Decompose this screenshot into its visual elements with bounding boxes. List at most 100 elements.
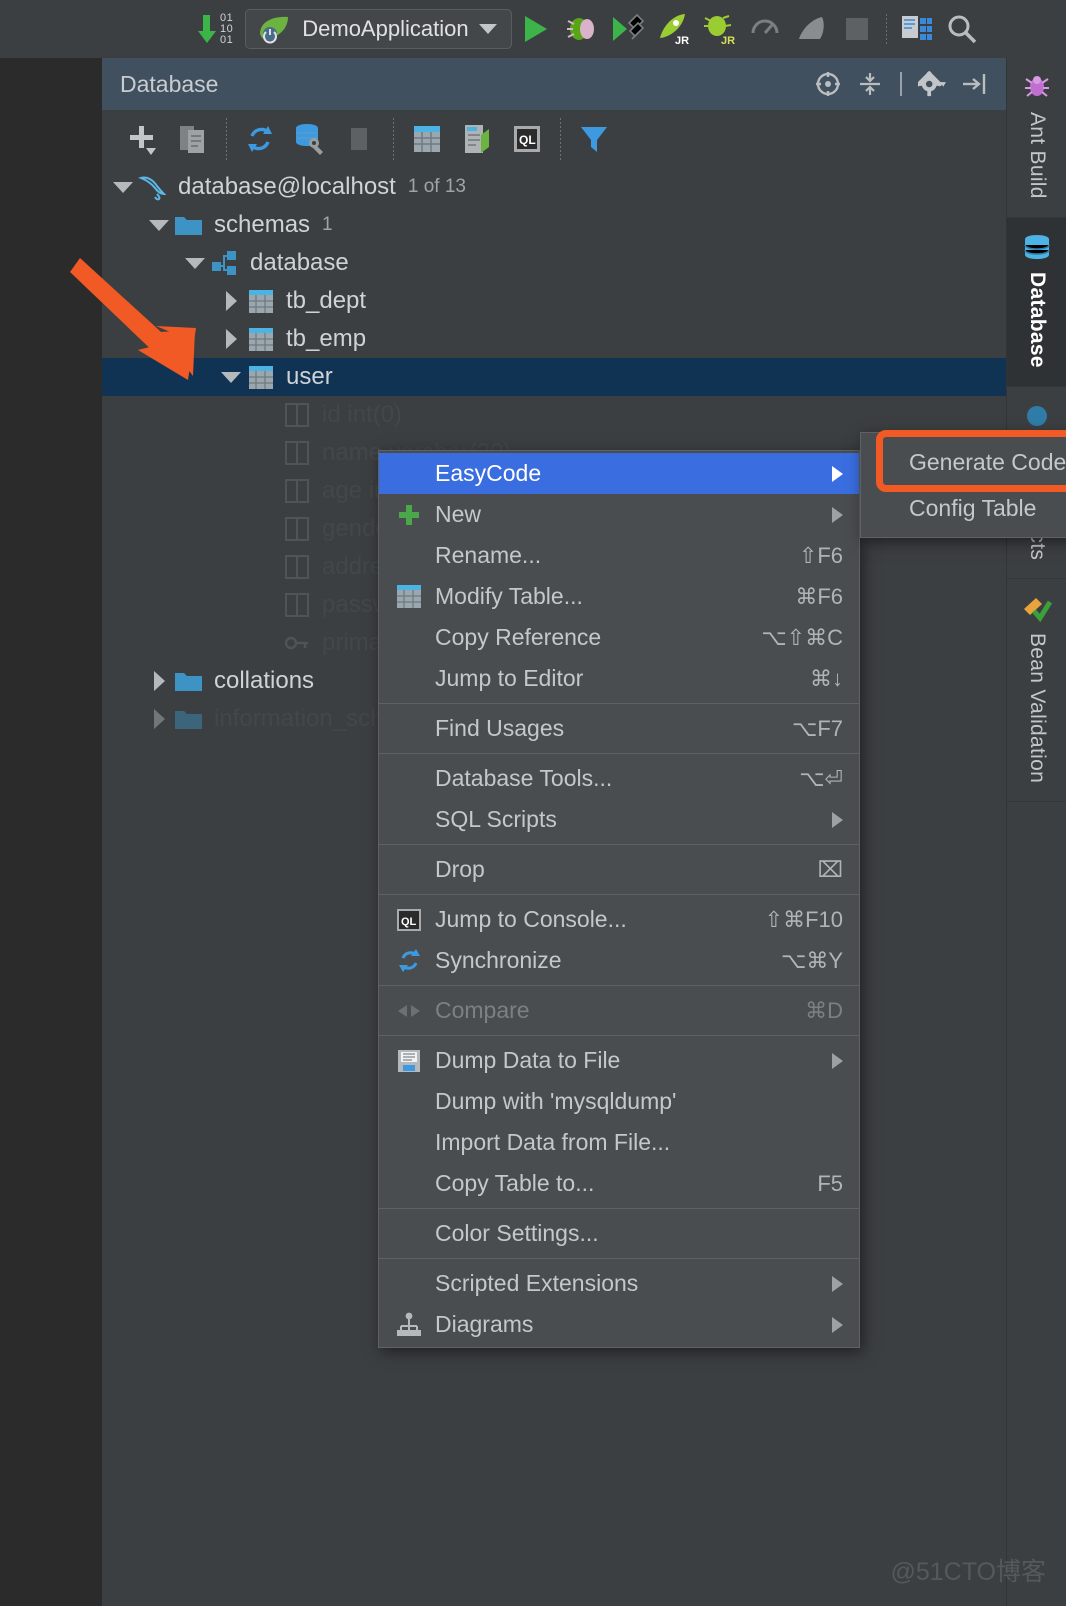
collapse-all-button[interactable]: [850, 64, 890, 104]
run-config-label: DemoApplication: [302, 16, 468, 42]
tree-row[interactable]: user: [102, 358, 1006, 396]
menu-item-label: Dump Data to File: [435, 1047, 814, 1074]
tree-twisty[interactable]: [110, 174, 136, 200]
menu-item[interactable]: Copy Table to...F5: [379, 1163, 859, 1204]
stop-button[interactable]: [834, 6, 880, 52]
menu-item[interactable]: Jump to Editor⌘↓: [379, 658, 859, 699]
tree-twisty[interactable]: [218, 326, 244, 352]
stop-button[interactable]: [335, 116, 385, 162]
tool-stripe-button[interactable]: Database: [1007, 218, 1066, 387]
bug-jr-icon: JR: [701, 12, 737, 46]
tree-row[interactable]: id int(0): [102, 396, 1006, 434]
tree-row[interactable]: schemas1: [102, 206, 1006, 244]
tree-row[interactable]: database: [102, 244, 1006, 282]
tree-twisty[interactable]: [254, 630, 280, 656]
mysql-dolphin-icon: [137, 172, 169, 202]
chevron-right-icon: [832, 1317, 843, 1333]
column-icon: [283, 591, 311, 619]
tree-twisty[interactable]: [218, 288, 244, 314]
menu-item[interactable]: Compare⌘D: [379, 990, 859, 1031]
run-with-coverage-button[interactable]: [604, 6, 650, 52]
database-icon: [1022, 233, 1052, 261]
duplicate-button[interactable]: [168, 116, 218, 162]
submenu-item[interactable]: Config Table: [861, 485, 1066, 531]
tree-row[interactable]: tb_emp: [102, 320, 1006, 358]
submenu-item[interactable]: Generate Code: [861, 439, 1066, 485]
tree-twisty[interactable]: [254, 478, 280, 504]
menu-item[interactable]: Database Tools...⌥⏎: [379, 758, 859, 799]
settings-button[interactable]: [912, 64, 952, 104]
header-divider: [900, 72, 902, 96]
menu-item[interactable]: QLJump to Console...⇧⌘F10: [379, 899, 859, 940]
menu-item[interactable]: Modify Table...⌘F6: [379, 576, 859, 617]
build-project-icon[interactable]: 01 10 01: [196, 12, 233, 46]
menu-item[interactable]: Dump with 'mysqldump': [379, 1081, 859, 1122]
run-button[interactable]: [512, 6, 558, 52]
menu-separator: [379, 703, 859, 704]
page-title: Database: [120, 71, 218, 98]
database-header-actions: [808, 64, 1006, 104]
jump-to-table-button[interactable]: [402, 116, 452, 162]
tree-row[interactable]: database@localhost1 of 13: [102, 168, 1006, 206]
menu-item[interactable]: Dump Data to File: [379, 1040, 859, 1081]
profiler-button[interactable]: [742, 6, 788, 52]
compare-icon: [396, 998, 423, 1024]
data-source-properties-button[interactable]: [285, 116, 335, 162]
tool-stripe-button[interactable]: Ant Build: [1007, 58, 1066, 218]
tree-twisty[interactable]: [182, 250, 208, 276]
open-editor-button[interactable]: [452, 116, 502, 162]
menu-item[interactable]: Drop⌧: [379, 849, 859, 890]
chevron-down-icon[interactable]: [479, 24, 497, 34]
menu-item[interactable]: Rename...⇧F6: [379, 535, 859, 576]
menu-item[interactable]: SQL Scripts: [379, 799, 859, 840]
table-icon: [393, 583, 425, 611]
menu-item[interactable]: Scripted Extensions: [379, 1263, 859, 1304]
run-jrebel-button[interactable]: JR: [650, 6, 696, 52]
tree-twisty[interactable]: [254, 516, 280, 542]
play-icon: [520, 13, 550, 45]
menu-item[interactable]: Diagrams: [379, 1304, 859, 1345]
table-icon: [247, 364, 275, 391]
key-icon: [280, 629, 314, 657]
table-context-menu[interactable]: EasyCodeNewRename...⇧F6Modify Table...⌘F…: [378, 450, 860, 1348]
tree-twisty[interactable]: [254, 592, 280, 618]
menu-item[interactable]: Import Data from File...: [379, 1122, 859, 1163]
menu-item[interactable]: Synchronize⌥⌘Y: [379, 940, 859, 981]
tool-stripe-button[interactable]: Bean Validation: [1007, 579, 1066, 802]
scroll-from-source-button[interactable]: [808, 64, 848, 104]
open-console-button[interactable]: QL: [502, 116, 552, 162]
debug-jrebel-button[interactable]: JR: [696, 6, 742, 52]
no-icon: [393, 460, 425, 488]
menu-item[interactable]: Find Usages⌥F7: [379, 708, 859, 749]
hide-panel-button[interactable]: [954, 64, 994, 104]
chevron-right-icon: [226, 329, 237, 349]
menu-item[interactable]: EasyCode: [379, 453, 859, 494]
tree-twisty[interactable]: [218, 364, 244, 390]
tree-twisty[interactable]: [254, 440, 280, 466]
tree-twisty[interactable]: [254, 554, 280, 580]
run-configuration-selector[interactable]: DemoApplication: [245, 9, 511, 49]
layout-button[interactable]: [893, 6, 939, 52]
menu-item[interactable]: Color Settings...: [379, 1213, 859, 1254]
tree-row[interactable]: tb_dept: [102, 282, 1006, 320]
search-everywhere-button[interactable]: [939, 6, 985, 52]
toolbar-divider: [560, 118, 561, 160]
diagram-icon: [393, 1311, 425, 1339]
menu-item[interactable]: New: [379, 494, 859, 535]
attach-profiler-button[interactable]: [788, 6, 834, 52]
tree-twisty[interactable]: [254, 402, 280, 428]
tool-stripe-label: Ant Build: [1025, 112, 1049, 199]
menu-item[interactable]: Copy Reference⌥⇧⌘C: [379, 617, 859, 658]
compare-icon: [393, 997, 425, 1025]
tree-twisty[interactable]: [146, 212, 172, 238]
debug-button[interactable]: [558, 6, 604, 52]
plus-icon: [393, 501, 425, 529]
tree-twisty[interactable]: [146, 668, 172, 694]
new-button[interactable]: [118, 116, 168, 162]
column-icon: [283, 515, 311, 543]
filter-button[interactable]: [569, 116, 619, 162]
menu-item-shortcut: ⌥⇧⌘C: [761, 625, 843, 651]
tree-twisty[interactable]: [146, 706, 172, 732]
synchronize-button[interactable]: [235, 116, 285, 162]
easycode-submenu[interactable]: Generate CodeConfig Table: [860, 432, 1066, 538]
